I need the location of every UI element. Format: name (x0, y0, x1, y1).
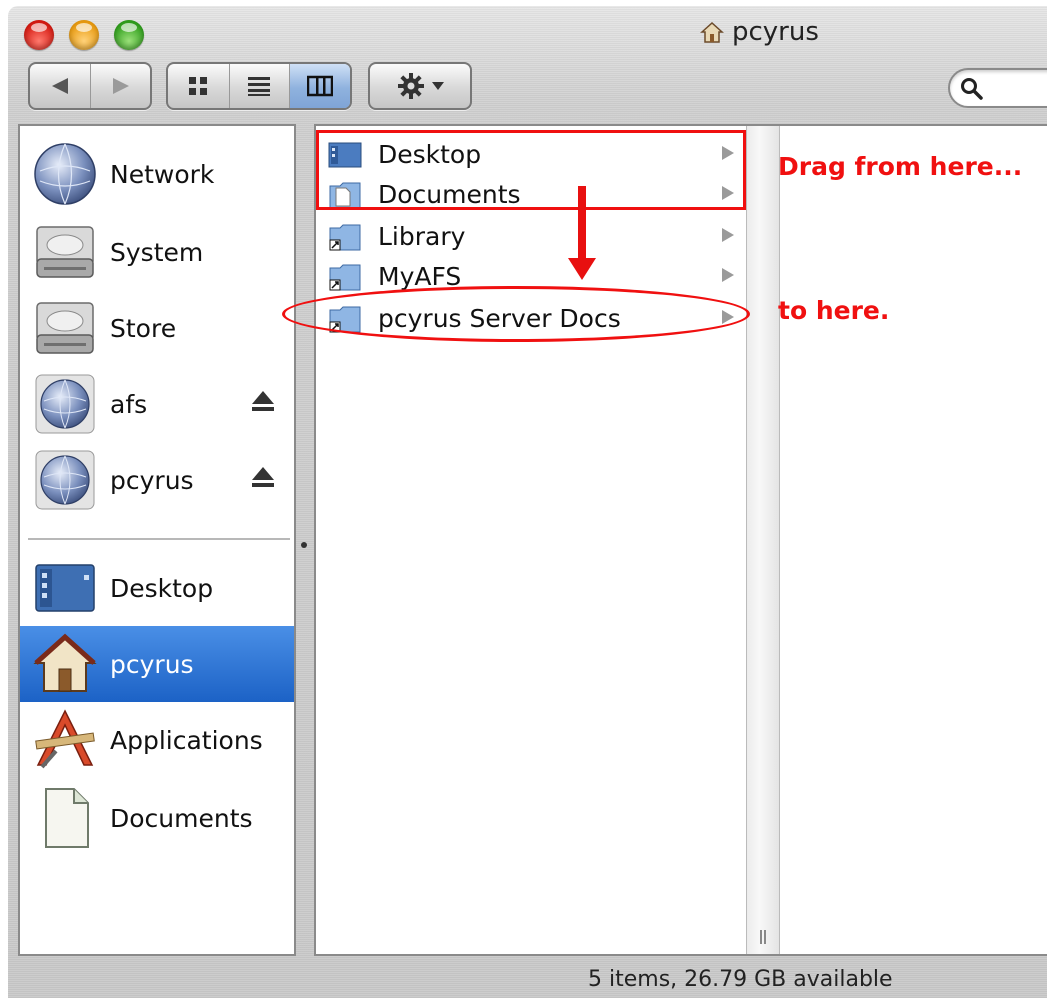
sidebar-item-label: System (110, 237, 204, 267)
eject-icon[interactable] (250, 388, 276, 414)
back-arrow-icon (52, 78, 68, 94)
sidebar-item-label: afs (110, 389, 148, 419)
close-button[interactable] (24, 20, 54, 50)
annotation-from: Drag from here... (778, 152, 1023, 181)
sidebar-item-label: Store (110, 313, 177, 343)
status-text: 5 items, 26.79 GB available (588, 966, 893, 992)
search-icon (961, 78, 983, 100)
action-menu-button[interactable] (368, 62, 472, 110)
sidebar-item-network[interactable]: Network (20, 136, 294, 212)
window-title-text: pcyrus (732, 17, 819, 47)
column-resize-grip[interactable] (760, 930, 766, 944)
back-forward-control (28, 62, 152, 110)
icon-view-button[interactable] (168, 64, 229, 108)
column-resize-bar[interactable] (746, 126, 780, 954)
sidebar-item-label: Desktop (110, 573, 214, 603)
sidebar-item-system[interactable]: System (20, 214, 294, 290)
sidebar-item-desktop[interactable]: Desktop (20, 550, 294, 626)
eject-icon[interactable] (250, 464, 276, 490)
sidebar-item-label: pcyrus (110, 465, 194, 495)
browser-column: Desktop Documents Library MyAFS pcyrus S… (316, 126, 746, 954)
view-mode-control (166, 62, 352, 110)
desktop-icon (35, 564, 95, 612)
search-field[interactable] (948, 68, 1047, 108)
home-icon (700, 21, 724, 43)
sidebar-item-label: pcyrus (110, 649, 194, 679)
sidebar-item-home[interactable]: pcyrus (20, 626, 294, 702)
column-view-button[interactable] (289, 64, 350, 108)
drag-source-highlight (316, 130, 746, 210)
back-button[interactable] (30, 64, 90, 108)
network-volume-icon (35, 374, 95, 434)
sidebar-item-store[interactable]: Store (20, 290, 294, 366)
sidebar-divider (28, 538, 290, 540)
drag-arrow-head (568, 258, 596, 280)
network-globe-icon (34, 143, 96, 205)
sidebar-item-afs[interactable]: afs (20, 366, 294, 442)
alias-folder-icon (329, 264, 361, 291)
forward-button[interactable] (90, 64, 150, 108)
sidebar-item-documents[interactable]: Documents (20, 780, 294, 856)
gear-icon (398, 73, 424, 99)
network-volume-icon (35, 450, 95, 510)
alias-folder-icon (329, 224, 361, 251)
sidebar-item-pcyrus-server[interactable]: pcyrus (20, 442, 294, 518)
sidebar-item-label: Network (110, 159, 215, 189)
list-item-library[interactable]: Library (316, 216, 746, 256)
zoom-button[interactable] (114, 20, 144, 50)
forward-arrow-icon (112, 78, 129, 94)
sidebar-item-applications[interactable]: Applications (20, 702, 294, 778)
annotation-to: to here. (778, 296, 890, 325)
hard-drive-icon (36, 226, 94, 278)
document-icon (45, 788, 89, 848)
home-icon (33, 633, 97, 692)
disclosure-arrow-icon (722, 228, 734, 242)
disclosure-arrow-icon (722, 268, 734, 282)
action-button-inner (370, 64, 470, 108)
drag-arrow-shaft (578, 186, 586, 264)
column-view-icon (307, 75, 334, 97)
list-view-icon (248, 77, 271, 96)
chevron-down-icon (432, 82, 444, 90)
sidebar-item-label: Applications (110, 725, 263, 755)
window-title: pcyrus (700, 16, 819, 48)
minimize-button[interactable] (69, 20, 99, 50)
list-item-label: Library (378, 221, 466, 251)
hard-drive-icon (36, 302, 94, 354)
drag-target-highlight (282, 286, 750, 342)
list-item-label: MyAFS (378, 261, 462, 291)
sidebar-splitter[interactable] (298, 124, 312, 956)
list-view-button[interactable] (228, 64, 290, 108)
column-browser: Desktop Documents Library MyAFS pcyrus S… (314, 124, 1047, 956)
icon-view-icon (189, 77, 208, 95)
splitter-handle[interactable] (301, 542, 307, 548)
sidebar: Network System Store afs pcyrus Desktop … (18, 124, 296, 956)
sidebar-item-label: Documents (110, 803, 253, 833)
status-bar: 5 items, 26.79 GB available (8, 960, 1047, 998)
applications-icon (35, 709, 95, 769)
